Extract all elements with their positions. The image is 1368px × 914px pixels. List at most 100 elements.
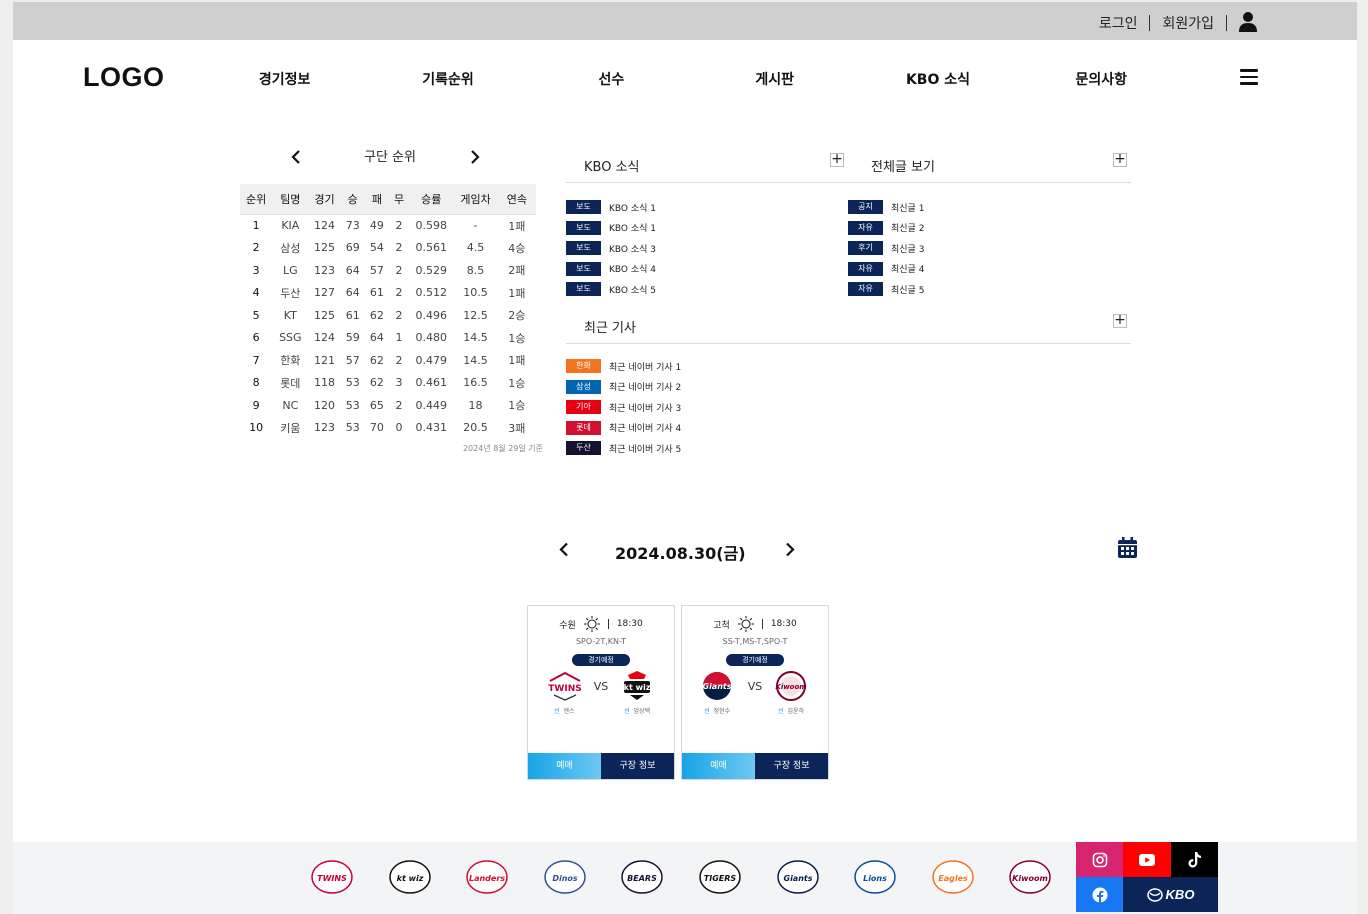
table-cell: 0.512 [415,286,447,300]
nav-item-board[interactable]: 게시판 [693,69,856,89]
divider [1149,15,1151,31]
standings-column-header: 승 [340,184,365,215]
table-cell: LG [282,263,298,277]
chevron-left-icon[interactable] [291,150,301,164]
instagram-icon[interactable] [1076,842,1123,877]
list-item[interactable]: 보도 KBO 소식 1 [566,197,848,218]
team-logo[interactable]: Dinos [543,859,587,895]
table-cell: 121 [314,353,336,367]
menu-icon[interactable] [1240,69,1258,85]
chevron-left-icon[interactable] [559,542,569,557]
facebook-icon[interactable] [1076,877,1123,912]
table-row: 1 KIA 124 73 49 2 0.598 - 1패 [240,214,536,237]
table-cell: 124 [314,219,336,232]
table-cell: 53 [345,376,360,390]
signup-link[interactable]: 회원가입 [1162,13,1214,33]
list-item[interactable]: 자유 최신글 4 [848,259,1131,280]
team-logo[interactable]: Eagles [931,859,975,895]
tiktok-icon[interactable] [1171,842,1218,877]
list-item-title: 최근 네이버 기사 3 [609,403,682,414]
stadium-info-button[interactable]: 구장 정보 [755,753,828,779]
list-item[interactable]: 두산 최근 네이버 기사 5 [566,438,1131,459]
list-item[interactable]: 기아 최근 네이버 기사 3 [566,397,1131,418]
table-cell: 1 [252,219,260,232]
list-item[interactable]: 후기 최신글 3 [848,238,1131,259]
chevron-right-icon[interactable] [785,542,795,557]
team-standings: 구단 순위 순위 팀명 경기 승 패 무 승률 게임차 연속 1 KIA 124 73 49 2 0.598… [240,147,543,453]
category-badge: 보도 [566,220,601,235]
table-cell: KT [283,308,297,322]
youtube-icon[interactable] [1123,842,1171,877]
plus-icon[interactable]: + [1113,152,1127,167]
home-pitcher: 정현수 [713,708,731,715]
table-cell: 123 [314,263,336,277]
game-card[interactable]: 고척 18:30 SS-T,MS-T,SPO-T 경기예정 Giants VS … [681,605,829,780]
list-item[interactable]: 자유 최신글 5 [848,279,1131,300]
site-logo[interactable]: LOGO [83,62,165,93]
standings-table: 순위 팀명 경기 승 패 무 승률 게임차 연속 1 KIA 124 73 49 2 0.598-1패 2 삼성… [240,184,536,439]
team-logo[interactable]: BEARS [620,859,664,895]
list-item-title: 최신글 3 [891,244,925,255]
user-icon[interactable] [1238,11,1258,33]
kbo-emblem-icon [1146,887,1163,902]
category-badge: 보도 [566,282,601,297]
category-badge: 기아 [566,400,601,415]
team-logo[interactable]: Giants [776,859,820,895]
table-cell: 65 [369,398,384,412]
category-badge: 삼성 [566,379,601,394]
top-utility-bar: 로그인 회원가입 [13,2,1357,40]
nav-item-kbo-news[interactable]: KBO 소식 [856,69,1019,89]
team-logo[interactable]: Lions [853,859,897,895]
list-item[interactable]: 보도 KBO 소식 3 [566,238,848,259]
team-logo[interactable]: Kiwoom [1008,859,1052,895]
table-cell: 12.5 [463,308,488,322]
broadcast-info: SS-T,MS-T,SPO-T [722,637,788,646]
ticket-button[interactable]: 예매 [682,753,755,779]
team-logo[interactable]: Landers [465,859,509,895]
table-cell: 73 [345,219,360,232]
nav-item-players[interactable]: 선수 [530,69,693,89]
list-item[interactable]: 삼성 최근 네이버 기사 2 [566,377,1131,398]
nav-item-records[interactable]: 기록순위 [366,69,529,89]
list-item[interactable]: 공지 최신글 1 [848,197,1131,218]
list-item[interactable]: 보도 KBO 소식 4 [566,259,848,280]
list-item[interactable]: 자유 최신글 2 [848,218,1131,239]
plus-icon[interactable]: + [830,152,844,167]
table-cell: - [473,219,478,232]
table-cell: 64 [345,286,360,300]
ticket-button[interactable]: 예매 [528,753,601,779]
table-cell: 125 [314,308,336,322]
team-logo[interactable]: TWINS [310,859,354,895]
table-row: 4 두산 127 64 61 2 0.512 10.5 1패 [240,282,536,305]
table-cell: 2 [395,263,403,277]
table-cell: NC [282,398,299,412]
all-posts-list: 공지 최신글 1 자유 최신글 2 후기 최신글 3 자유 최신글 4 자유 최신글 5 [848,197,1131,300]
team-logo[interactable]: kt wiz [388,859,432,895]
table-cell: 4승 [508,241,526,255]
category-badge: 롯데 [566,420,601,435]
login-link[interactable]: 로그인 [1099,13,1138,33]
list-item[interactable]: 보도 KBO 소식 5 [566,279,848,300]
table-cell: 3 [395,376,403,390]
table-cell: 9 [252,398,260,412]
table-cell: 18 [468,398,483,412]
nav-item-inquiry[interactable]: 문의사항 [1020,69,1183,89]
list-item[interactable]: 보도 KBO 소식 1 [566,218,848,239]
nav-item-game-info[interactable]: 경기정보 [203,69,366,89]
recent-articles-panel: 최근 기사 + 한화 최근 네이버 기사 1 삼성 최근 네이버 기사 2 기아 최근 네… [566,306,1131,459]
chevron-right-icon[interactable] [470,150,480,164]
stadium-info-button[interactable]: 구장 정보 [601,753,674,779]
calendar-icon[interactable] [1117,537,1138,559]
standings-column-header: 팀명 [272,184,309,215]
recent-articles-list: 한화 최근 네이버 기사 1 삼성 최근 네이버 기사 2 기아 최근 네이버 기사 3 롯… [566,356,1131,459]
table-row: 6 SSG 124 59 64 1 0.480 14.5 1승 [240,327,536,350]
list-item[interactable]: 한화 최근 네이버 기사 1 [566,356,1131,377]
team-logo[interactable]: TIGERS [698,859,742,895]
divider [1226,15,1227,31]
table-cell: 4 [252,286,260,300]
game-card[interactable]: 수원 18:30 SPO-2T,KN-T 경기예정 TWINS VS kt wi… [527,605,675,780]
list-item[interactable]: 롯데 최근 네이버 기사 4 [566,418,1131,439]
kbo-link[interactable]: KBO [1123,877,1218,912]
table-cell: 57 [345,353,360,367]
plus-icon[interactable]: + [1113,313,1127,328]
